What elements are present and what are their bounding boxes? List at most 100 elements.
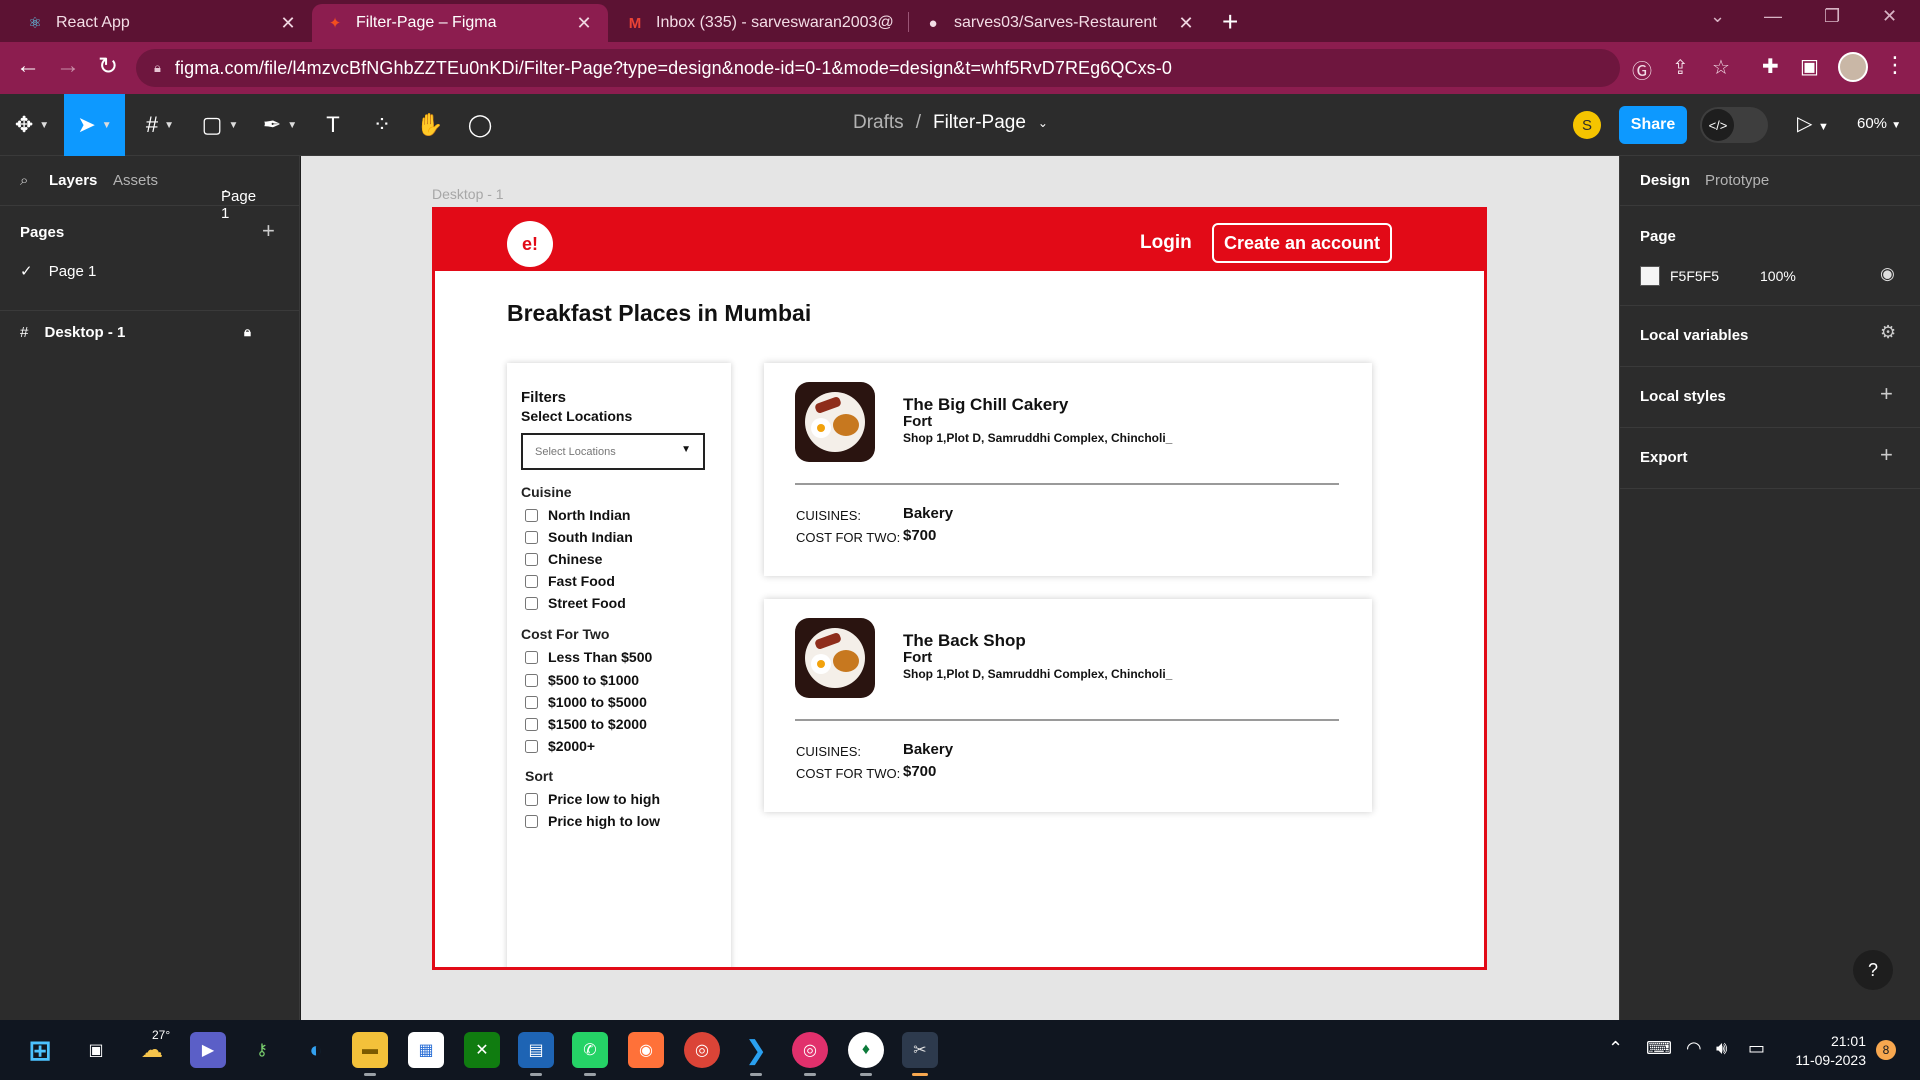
cuisine-option[interactable]: Street Food bbox=[525, 595, 626, 611]
breadcrumb-file-name[interactable]: Filter-Page bbox=[933, 112, 1026, 134]
add-style-icon[interactable]: + bbox=[1880, 381, 1893, 407]
windows-start-icon[interactable]: ⊞ bbox=[22, 1032, 58, 1068]
add-page-button[interactable]: + bbox=[262, 218, 275, 244]
cuisine-option[interactable]: North Indian bbox=[525, 507, 630, 523]
back-icon[interactable]: ← bbox=[12, 52, 44, 80]
extensions-icon[interactable]: ✚ bbox=[1762, 54, 1779, 79]
hand-tool[interactable]: ✋ bbox=[410, 94, 450, 156]
dev-mode-toggle[interactable]: </> bbox=[1700, 107, 1768, 143]
eye-icon[interactable]: ◉ bbox=[1880, 264, 1895, 284]
add-export-icon[interactable]: + bbox=[1880, 442, 1893, 468]
tab-prototype[interactable]: Prototype bbox=[1705, 172, 1769, 189]
key-app-icon[interactable]: ⚷ bbox=[244, 1032, 280, 1068]
page-list-item[interactable]: ✓ Page 1 bbox=[20, 262, 96, 280]
present-button[interactable]: ▷ ▼ bbox=[1797, 111, 1829, 136]
shape-tool[interactable]: ▢ ▼ bbox=[195, 94, 245, 156]
page-opacity[interactable]: 100% bbox=[1760, 268, 1796, 284]
close-icon[interactable]: ✕ bbox=[278, 13, 298, 34]
cost-option[interactable]: $1500 to $2000 bbox=[525, 716, 647, 732]
page-color-swatch[interactable] bbox=[1640, 266, 1660, 286]
tab-assets[interactable]: Assets bbox=[113, 172, 158, 189]
lock-icon[interactable]: 🔒︎ bbox=[154, 60, 161, 76]
task-view-icon[interactable]: ▣ bbox=[78, 1032, 114, 1068]
zoom-dropdown[interactable]: 60% ▼ bbox=[1857, 115, 1901, 132]
share-button[interactable]: Share bbox=[1619, 106, 1687, 144]
checkbox[interactable] bbox=[525, 596, 538, 610]
desktop-frame[interactable]: e! Login Create an account Breakfast Pla… bbox=[432, 207, 1487, 970]
cuisine-option[interactable]: Fast Food bbox=[525, 573, 615, 589]
window-close-icon[interactable]: ✕ bbox=[1882, 6, 1897, 27]
local-variables-section[interactable]: Local variables ⚙ bbox=[1620, 306, 1920, 367]
checkbox[interactable] bbox=[525, 792, 538, 806]
checkbox[interactable] bbox=[525, 695, 538, 709]
cost-option[interactable]: $2000+ bbox=[525, 738, 595, 754]
frame-tool[interactable]: # ▼ bbox=[135, 94, 185, 156]
move-tool[interactable]: ➤ ▼ bbox=[64, 94, 125, 156]
profile-avatar[interactable] bbox=[1838, 52, 1868, 82]
xbox-icon[interactable]: ✕ bbox=[464, 1032, 500, 1068]
design-canvas[interactable]: Desktop - 1 e! Login Create an account B… bbox=[301, 156, 1619, 1020]
firefox-icon[interactable]: ◉ bbox=[628, 1032, 664, 1068]
volume-icon[interactable]: 🔊︎ bbox=[1716, 1038, 1727, 1059]
cost-option[interactable]: $1000 to $5000 bbox=[525, 694, 647, 710]
location-select[interactable]: Select Locations ▼ bbox=[521, 433, 705, 470]
battery-icon[interactable]: ▭ bbox=[1748, 1038, 1765, 1059]
system-clock[interactable]: 21:01 11-09-2023 bbox=[1786, 1032, 1866, 1070]
checkbox[interactable] bbox=[525, 717, 538, 731]
help-button[interactable]: ? bbox=[1853, 950, 1893, 990]
text-tool[interactable]: T bbox=[313, 94, 353, 156]
mongodb-icon[interactable]: ♦ bbox=[848, 1032, 884, 1076]
checkbox[interactable] bbox=[525, 574, 538, 588]
restaurant-card[interactable]: The Back Shop Fort Shop 1,Plot D, Samrud… bbox=[764, 599, 1372, 812]
cuisine-option[interactable]: Chinese bbox=[525, 551, 602, 567]
tab-layers[interactable]: Layers bbox=[49, 172, 97, 189]
site-logo[interactable]: e! bbox=[507, 221, 553, 267]
close-icon[interactable]: ✕ bbox=[1176, 13, 1196, 34]
checkbox[interactable] bbox=[525, 530, 538, 544]
chrome-profile-icon[interactable]: ◎ bbox=[792, 1032, 828, 1076]
keyboard-icon[interactable]: ⌨ bbox=[1646, 1038, 1672, 1059]
new-tab-button[interactable]: + bbox=[1222, 6, 1238, 38]
microsoft-store-icon[interactable]: ▦ bbox=[408, 1032, 444, 1068]
sort-option[interactable]: Price high to low bbox=[525, 813, 660, 829]
search-icon[interactable]: ⌕ bbox=[20, 172, 28, 189]
browser-menu-icon[interactable]: ⋮ bbox=[1884, 52, 1906, 78]
cost-option[interactable]: $500 to $1000 bbox=[525, 672, 639, 688]
tab-figma[interactable]: ✦ Filter-Page – Figma ✕ bbox=[312, 4, 608, 42]
tab-search-icon[interactable]: ⌄ bbox=[1710, 6, 1725, 27]
google-icon[interactable]: Ⓖ bbox=[1632, 55, 1652, 84]
lock-icon[interactable]: 🔒︎ bbox=[244, 324, 251, 340]
vscode-icon[interactable]: ❯ bbox=[738, 1032, 774, 1076]
cost-option[interactable]: Less Than $500 bbox=[525, 649, 652, 665]
checkbox[interactable] bbox=[525, 814, 538, 828]
layer-item-desktop[interactable]: # Desktop - 1 🔒︎ bbox=[20, 324, 260, 341]
sort-option[interactable]: Price low to high bbox=[525, 791, 660, 807]
breadcrumb-drafts[interactable]: Drafts bbox=[853, 112, 904, 134]
restaurant-card[interactable]: The Big Chill Cakery Fort Shop 1,Plot D,… bbox=[764, 363, 1372, 576]
forward-icon[interactable]: → bbox=[52, 52, 84, 80]
whatsapp-icon[interactable]: ✆ bbox=[572, 1032, 608, 1076]
app-icon[interactable]: ▤ bbox=[518, 1032, 554, 1076]
side-panel-icon[interactable]: ▣ bbox=[1800, 54, 1819, 79]
variables-icon[interactable]: ⚙ bbox=[1880, 322, 1896, 343]
chrome-icon[interactable]: ◎ bbox=[684, 1032, 720, 1068]
wifi-icon[interactable]: ◠ bbox=[1686, 1038, 1702, 1059]
cuisine-option[interactable]: South Indian bbox=[525, 529, 633, 545]
checkbox[interactable] bbox=[525, 552, 538, 566]
collaborator-avatar[interactable]: S bbox=[1573, 111, 1601, 139]
tab-react-app[interactable]: ⚛ React App ✕ bbox=[12, 4, 312, 42]
notification-badge[interactable]: 8 bbox=[1876, 1040, 1896, 1060]
edge-icon[interactable]: ◐ bbox=[298, 1032, 334, 1068]
tray-overflow-icon[interactable]: ⌃ bbox=[1608, 1038, 1623, 1059]
chevron-down-icon[interactable]: ⌄ bbox=[1038, 116, 1048, 130]
tab-design[interactable]: Design bbox=[1640, 172, 1690, 189]
reload-icon[interactable]: ↻ bbox=[92, 52, 124, 81]
resources-tool[interactable]: ⁘ bbox=[362, 94, 402, 156]
close-icon[interactable]: ✕ bbox=[574, 13, 594, 34]
minimize-icon[interactable]: — bbox=[1764, 6, 1782, 27]
file-explorer-icon[interactable]: ▬ bbox=[352, 1032, 388, 1076]
checkbox[interactable] bbox=[525, 673, 538, 687]
frame-label[interactable]: Desktop - 1 bbox=[432, 186, 504, 202]
teams-chat-icon[interactable]: ▶ bbox=[190, 1032, 226, 1068]
share-page-icon[interactable]: ⇪ bbox=[1672, 55, 1689, 80]
